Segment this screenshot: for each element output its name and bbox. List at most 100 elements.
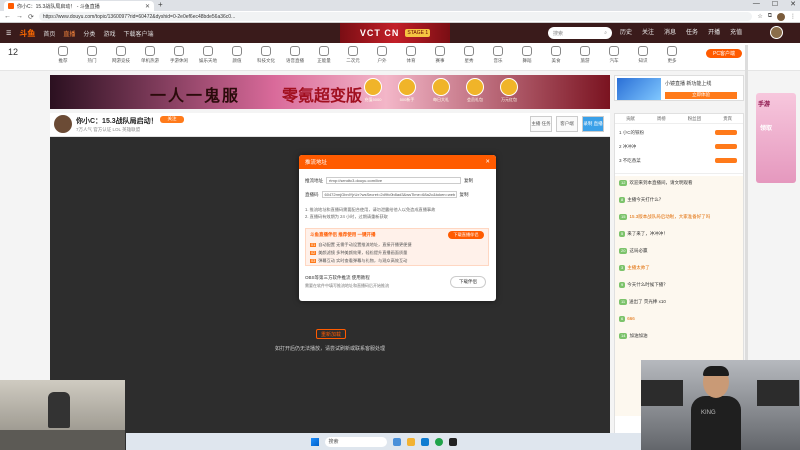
dialog-close-icon[interactable]: ✕: [485, 159, 490, 165]
search-input[interactable]: 搜索 ⌕: [548, 27, 612, 39]
category-label: 热门: [87, 58, 97, 63]
category-icon: [667, 46, 677, 56]
category-item[interactable]: 体育: [398, 46, 424, 64]
category-item[interactable]: 星秀: [456, 46, 482, 64]
chat-message: 12 欢迎来到本直播间，请文明观看: [619, 180, 741, 186]
new-tab-button[interactable]: +: [158, 0, 163, 9]
rank-item[interactable]: 3 不吃香菜: [619, 158, 641, 164]
task-icon[interactable]: 任务: [686, 27, 698, 36]
follow-icon[interactable]: 关注: [642, 27, 654, 36]
extensions-icon[interactable]: ⧉: [768, 13, 772, 20]
chrome-icon[interactable]: [434, 437, 443, 446]
rtmp-copy-button[interactable]: 复制: [464, 178, 473, 184]
star-icon[interactable]: ☆: [757, 13, 762, 20]
prize-item[interactable]: 每日大礼: [428, 78, 454, 103]
close-tab-icon[interactable]: ✕: [145, 3, 150, 10]
category-item[interactable]: 舞蹈: [514, 46, 540, 64]
recharge-icon[interactable]: 充值: [730, 27, 742, 36]
category-item[interactable]: 娱乐天地: [195, 46, 221, 64]
promo-banner[interactable]: 一人一鬼服 零氪超变版 充值5000 500新手 每日大礼 会员礼包 万元红包: [50, 75, 610, 109]
category-item[interactable]: 赛事: [427, 46, 453, 64]
history-icon[interactable]: 历史: [620, 27, 632, 36]
follow-button[interactable]: 关注: [160, 116, 184, 123]
maximize-button[interactable]: ☐: [772, 0, 778, 8]
minimize-button[interactable]: —: [753, 0, 760, 8]
pc-client-button[interactable]: PC客户端: [706, 49, 742, 58]
back-button[interactable]: ←: [4, 13, 11, 20]
nav-category[interactable]: 分类: [83, 29, 95, 38]
client-button[interactable]: 客户端: [556, 116, 578, 132]
close-window-button[interactable]: ✕: [790, 0, 796, 8]
file-explorer-icon[interactable]: [406, 437, 415, 446]
menu-icon[interactable]: ⋮: [790, 13, 796, 20]
hamburger-icon[interactable]: ☰: [6, 30, 11, 37]
rtmp-input[interactable]: rtmp://sendtc3.douyu.com/live: [326, 177, 461, 184]
category-item[interactable]: 网游竞技: [108, 46, 134, 64]
nav-games[interactable]: 游戏: [103, 29, 115, 38]
webcam-streamer-overlay: KING: [641, 360, 800, 450]
tab-fans[interactable]: 粉丝团: [688, 116, 702, 122]
category-item[interactable]: 语音直播: [282, 46, 308, 64]
nav-download[interactable]: 下载客户端: [123, 29, 153, 38]
category-item[interactable]: 旅游: [572, 46, 598, 64]
category-item[interactable]: 推荐: [50, 46, 76, 64]
category-item[interactable]: 手游休闲: [166, 46, 192, 64]
category-item[interactable]: 美食: [543, 46, 569, 64]
site-logo[interactable]: 斗鱼: [19, 28, 35, 39]
category-item[interactable]: 单机热游: [137, 46, 163, 64]
url-input[interactable]: https://www.douyu.com/topic/1360097?rid=…: [38, 12, 753, 21]
streamer-avatar[interactable]: [54, 115, 72, 133]
profile-avatar[interactable]: [777, 12, 785, 21]
category-item[interactable]: 正能量: [311, 46, 337, 64]
broadcast-icon[interactable]: 开播: [708, 27, 720, 36]
message-icon[interactable]: 消息: [664, 27, 676, 36]
obs-tutorial-link[interactable]: OBS等第三方软件推流 使用教程: [305, 275, 370, 281]
tab-weekly[interactable]: 周榜: [657, 116, 666, 122]
download-companion-button[interactable]: 下载直播伴侣: [448, 231, 484, 239]
category-item[interactable]: 颜值: [224, 46, 250, 64]
rank-item[interactable]: 2 冲冲冲: [619, 144, 636, 150]
category-icon: [174, 46, 184, 56]
category-label: 推荐: [58, 58, 68, 63]
category-item[interactable]: 热门: [79, 46, 105, 64]
taskbar-search[interactable]: 搜索: [324, 436, 387, 447]
search-icon[interactable]: ⌕: [604, 30, 607, 36]
category-item[interactable]: 科技文化: [253, 46, 279, 64]
retry-button[interactable]: 重新加载: [316, 329, 346, 339]
nav-home[interactable]: 首页: [43, 29, 55, 38]
category-item[interactable]: 二次元: [340, 46, 366, 64]
category-item[interactable]: 音乐: [485, 46, 511, 64]
prize-item[interactable]: 充值5000: [360, 78, 386, 103]
app-icon[interactable]: [448, 437, 457, 446]
forward-button[interactable]: →: [16, 13, 23, 20]
feature-item: 01 自动配置 无需手动设置推流地址，直接开播更便捷: [310, 242, 412, 247]
key-copy-button[interactable]: 复制: [460, 192, 469, 198]
edge-icon[interactable]: [420, 437, 429, 446]
ad-button[interactable]: 立即体验: [665, 92, 737, 99]
category-item[interactable]: 汽车: [601, 46, 627, 64]
browser-tab[interactable]: 你小C：15.3战队局启动！ - 斗鱼直播 ✕: [4, 1, 154, 11]
rank-tabs: 贡献 周榜 粉丝团 贵宾: [615, 114, 743, 124]
tab-contribution[interactable]: 贡献: [626, 116, 635, 122]
side-ad[interactable]: 小镜直播 新功能上线 立即体验: [614, 75, 744, 101]
category-item[interactable]: 更多: [659, 46, 685, 64]
chat-text: 主播太帅了: [627, 265, 650, 270]
record-button[interactable]: 录制 直播: [582, 116, 604, 132]
windows-start-icon[interactable]: [310, 437, 319, 446]
nav-live[interactable]: 直播: [63, 29, 75, 38]
tab-vip[interactable]: 贵宾: [723, 116, 732, 122]
task-view-icon[interactable]: [392, 437, 401, 446]
vct-banner[interactable]: VCT CN STAGE 1: [340, 23, 450, 43]
reload-button[interactable]: ⟳: [28, 13, 34, 21]
rank-item[interactable]: 1 小C的铁粉: [619, 130, 644, 136]
prize-item[interactable]: 500新手: [394, 78, 420, 103]
prize-item[interactable]: 万元红包: [496, 78, 522, 103]
user-avatar[interactable]: [770, 26, 783, 39]
download-button[interactable]: 下载伴侣: [450, 276, 486, 288]
floating-ad[interactable]: 手游 领取: [756, 93, 796, 183]
category-item[interactable]: 户外: [369, 46, 395, 64]
key-input[interactable]: 60472rmjGbnlYjrUx?wsSecret=2d9fc0b8ad3&w…: [321, 191, 457, 198]
category-item[interactable]: 知识: [630, 46, 656, 64]
streamer-task-button[interactable]: 主播 任务: [530, 116, 552, 132]
prize-item[interactable]: 会员礼包: [462, 78, 488, 103]
